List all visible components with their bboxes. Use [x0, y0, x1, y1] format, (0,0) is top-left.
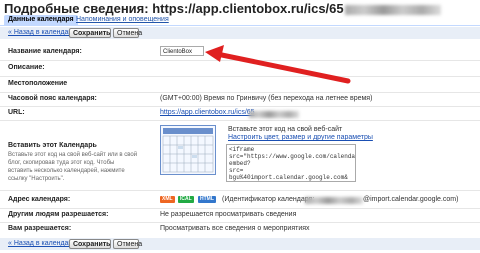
red-annotation-arrow: [205, 45, 351, 84]
